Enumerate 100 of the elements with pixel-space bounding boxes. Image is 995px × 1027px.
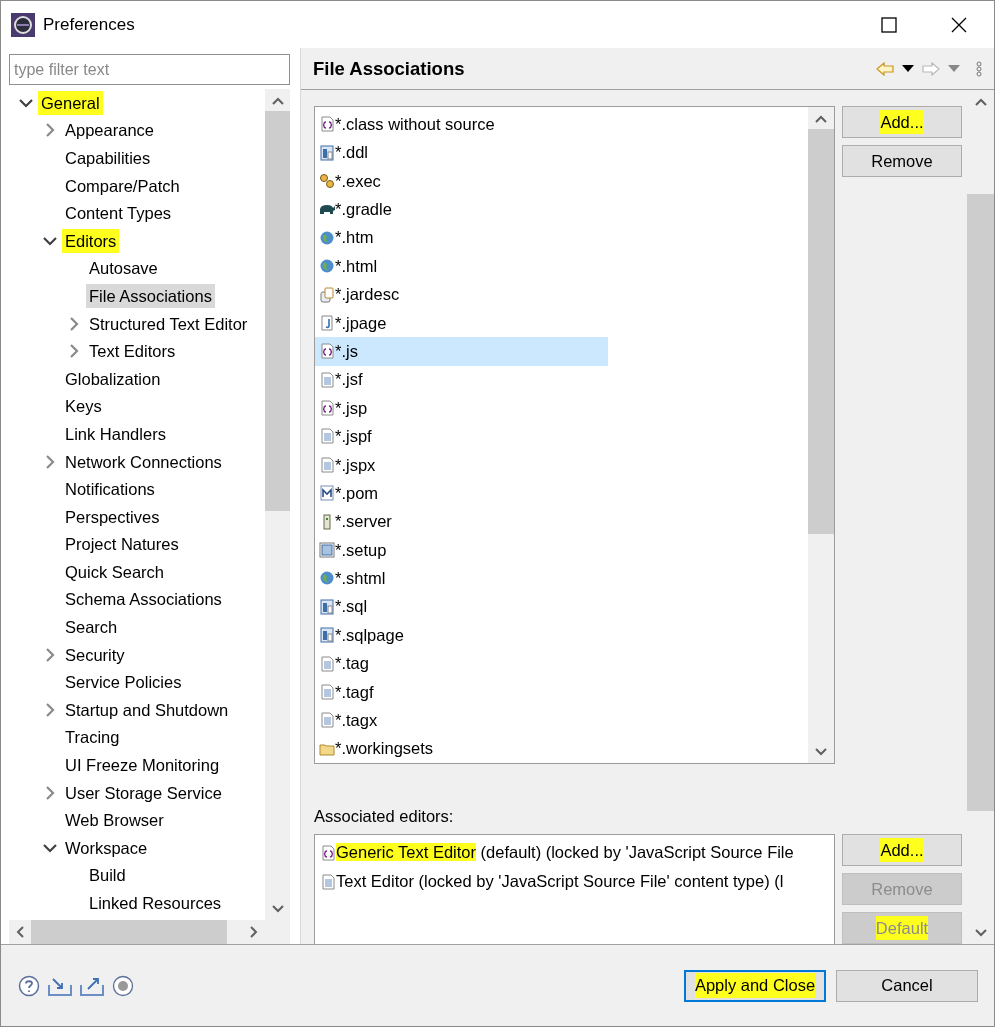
file-icon — [319, 655, 335, 672]
file-type-item[interactable]: *.jsp — [335, 395, 368, 421]
vertical-scrollbar[interactable] — [265, 89, 290, 920]
section-label: Associated editors: — [314, 806, 455, 828]
tree-item[interactable]: Globalization — [62, 366, 164, 391]
tree-item[interactable]: File Associations — [86, 283, 215, 308]
file-type-item[interactable]: *.workingsets — [335, 736, 434, 762]
tree-item[interactable]: Network Connections — [62, 449, 225, 474]
file-icon — [319, 314, 335, 331]
close-icon[interactable] — [951, 16, 967, 33]
file-type-item[interactable]: *.setup — [335, 537, 387, 563]
tree-item[interactable]: User Storage Service — [62, 780, 225, 805]
chevron-right-icon[interactable] — [43, 454, 57, 469]
tree-item[interactable]: Linked Resources — [86, 891, 225, 915]
file-icon — [319, 343, 335, 360]
filter-field[interactable]: type filter text — [9, 54, 290, 85]
tree-item[interactable]: Startup and Shutdown — [62, 697, 232, 722]
file-type-item[interactable]: *.tagx — [335, 708, 378, 733]
tree-item[interactable]: Workspace — [62, 835, 151, 860]
file-type-item[interactable]: *.server — [335, 509, 392, 535]
tree-item[interactable]: Tracing — [62, 725, 123, 750]
menu-icon[interactable] — [976, 60, 982, 77]
chevron-right-icon[interactable] — [43, 785, 57, 800]
tree-item[interactable]: Appearance — [62, 118, 157, 143]
file-type-item[interactable]: *.sqlpage — [335, 622, 404, 648]
file-type-item[interactable]: *.sql — [335, 594, 368, 620]
tree-item[interactable]: Text Editors — [86, 339, 179, 364]
file-type-item[interactable]: *.jardesc — [335, 282, 400, 307]
dropdown-icon[interactable] — [902, 64, 914, 73]
chevron-right-icon[interactable] — [43, 123, 57, 138]
file-icon — [319, 627, 335, 644]
page-title: File Associations — [313, 56, 466, 81]
file-type-item[interactable]: *.tag — [335, 651, 369, 676]
file-type-item[interactable]: *.ddl — [335, 140, 369, 165]
import-icon[interactable] — [48, 975, 72, 996]
help-icon[interactable] — [18, 974, 40, 997]
window-title: Preferences — [43, 13, 136, 36]
tree-item[interactable]: Content Types — [62, 201, 175, 226]
tree-item[interactable]: UI Freeze Monitoring — [62, 753, 223, 778]
file-icon — [319, 371, 335, 388]
vertical-scrollbar[interactable] — [808, 107, 834, 763]
tree-item[interactable]: Keys — [62, 394, 105, 419]
file-type-item[interactable]: *.htm — [335, 225, 374, 251]
file-icon — [319, 456, 335, 473]
tree-item[interactable]: Autosave — [86, 256, 161, 281]
export-icon[interactable] — [80, 975, 104, 996]
file-type-item[interactable]: *.tagf — [335, 679, 374, 705]
tree-item[interactable]: Compare/Patch — [62, 173, 183, 198]
editor-item[interactable]: Generic Text Editor (default) (locked by 'JavaScript Source File — [336, 840, 794, 865]
tree-item[interactable]: Web Browser — [62, 808, 167, 833]
tree-item[interactable]: Perspectives — [62, 504, 163, 529]
dialog-button[interactable]: Cancel — [836, 969, 978, 1002]
file-type-item[interactable]: *.jspx — [335, 452, 376, 478]
dialog-button[interactable]: Add... — [842, 834, 962, 866]
file-icon — [319, 116, 335, 133]
dialog-button[interactable]: Add... — [842, 106, 962, 138]
tree-item[interactable]: Link Handlers — [62, 421, 169, 446]
chevron-right-icon[interactable] — [67, 316, 81, 331]
tree-item[interactable]: Quick Search — [62, 559, 168, 584]
file-icon — [319, 542, 335, 559]
tree-item[interactable]: General — [38, 90, 103, 115]
file-icon — [319, 286, 335, 303]
chevron-right-icon[interactable] — [43, 702, 57, 717]
file-icon — [319, 258, 335, 275]
file-type-item[interactable]: *.js — [335, 338, 358, 364]
file-type-item[interactable]: *.exec — [335, 168, 381, 194]
maximize-icon[interactable] — [881, 16, 897, 33]
file-icon — [320, 873, 336, 890]
file-icon — [319, 144, 335, 161]
file-type-item[interactable]: *.gradle — [335, 197, 392, 222]
tree-item[interactable]: Service Policies — [62, 670, 185, 695]
chevron-right-icon[interactable] — [43, 647, 57, 662]
file-icon — [319, 570, 335, 587]
tree-item[interactable]: Notifications — [62, 477, 158, 502]
dialog-button[interactable]: Remove — [842, 145, 962, 177]
tree-item[interactable]: Security — [62, 642, 128, 667]
tree-item[interactable]: Schema Associations — [62, 587, 225, 612]
tree-item[interactable]: Editors — [62, 228, 120, 253]
file-type-item[interactable]: *.jsf — [335, 367, 363, 393]
chevron-right-icon[interactable] — [67, 344, 81, 359]
file-type-item[interactable]: *.html — [335, 253, 378, 279]
tree-item[interactable]: Build — [86, 863, 129, 888]
file-type-item[interactable]: *.shtml — [335, 566, 386, 591]
dialog-button[interactable]: Apply and Close — [684, 969, 826, 1002]
back-icon[interactable] — [876, 61, 894, 76]
tree-item[interactable]: Project Natures — [62, 532, 182, 557]
file-type-item[interactable]: *.class without source — [335, 111, 495, 137]
tree-item[interactable]: Search — [62, 615, 121, 640]
tree-item[interactable]: Capabilities — [62, 146, 154, 170]
file-icon — [319, 712, 335, 729]
file-icon — [319, 172, 335, 189]
file-type-item[interactable]: *.jspf — [335, 424, 372, 449]
file-icon — [319, 485, 335, 502]
tree-item[interactable]: Structured Text Editor — [86, 311, 251, 336]
file-type-item[interactable]: *.pom — [335, 480, 379, 506]
file-icon — [319, 598, 335, 615]
editor-item[interactable]: Text Editor (locked by 'JavaScript Source File' content type) (l — [336, 869, 784, 894]
horizontal-scrollbar[interactable] — [9, 920, 290, 944]
record-icon[interactable] — [112, 974, 134, 997]
file-type-item[interactable]: *.jpage — [335, 310, 387, 336]
